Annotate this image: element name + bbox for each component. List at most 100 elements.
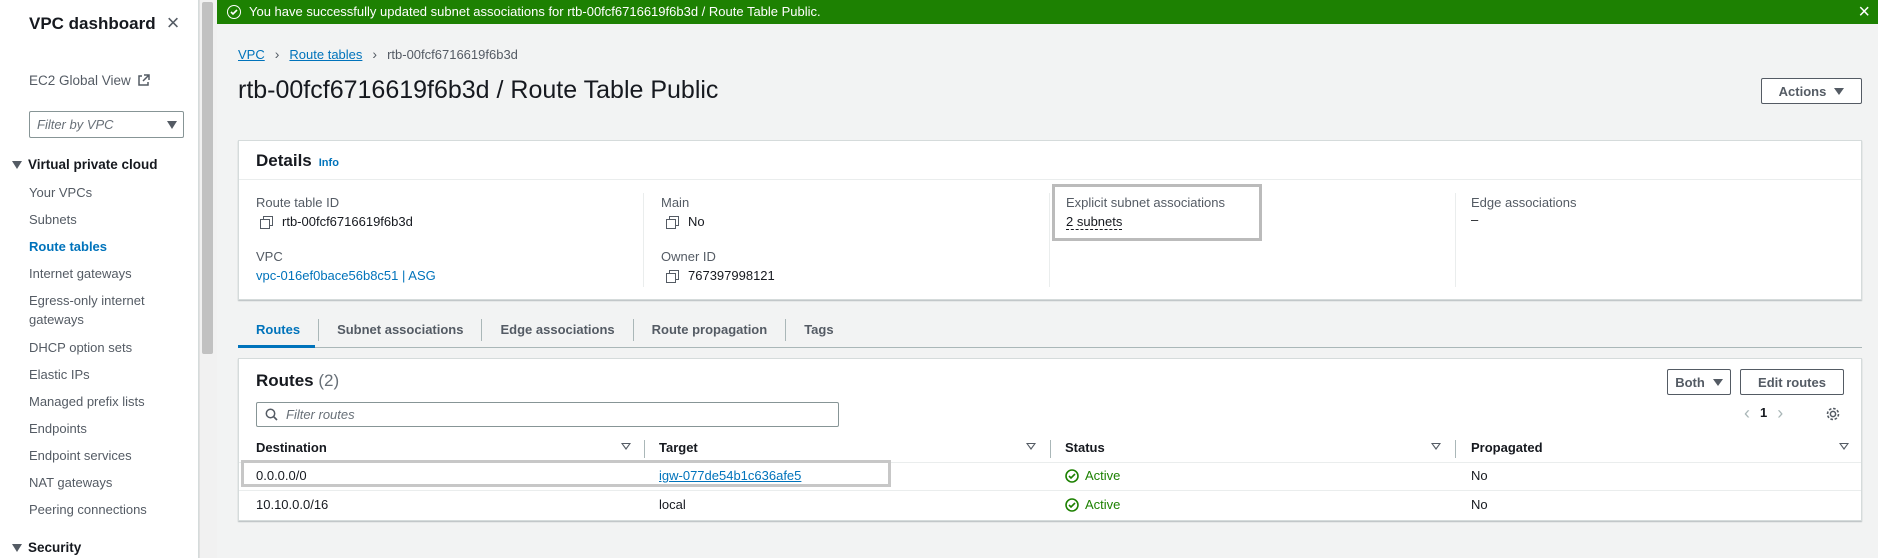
sidebar-item-endpoints[interactable]: Endpoints [29, 419, 87, 438]
status-success-icon [1065, 497, 1079, 512]
sidebar-item-nat-gateways[interactable]: NAT gateways [29, 473, 112, 492]
breadcrumb: VPC › Route tables › rtb-00fcf6716619f6b… [238, 46, 518, 62]
details-heading: Details Info [256, 151, 339, 170]
routes-filter-input[interactable]: Filter routes [256, 402, 839, 427]
success-check-icon [227, 5, 241, 19]
copy-icon[interactable] [260, 215, 273, 229]
owner-id-value: 767397998121 [666, 268, 775, 283]
sidebar-item-managed-prefix-lists[interactable]: Managed prefix lists [29, 392, 145, 411]
edit-routes-button[interactable]: Edit routes [1740, 369, 1844, 395]
divider [1455, 193, 1456, 287]
sidebar-item-dhcp-option-sets[interactable]: DHCP option sets [29, 338, 132, 357]
column-header-destination[interactable]: Destination [256, 440, 327, 462]
section-virtual-private-cloud[interactable]: Virtual private cloud [12, 157, 158, 172]
sidebar-item-elastic-ips[interactable]: Elastic IPs [29, 365, 90, 384]
caret-down-icon [1712, 378, 1723, 386]
tab-bar: Routes Subnet associations Edge associat… [238, 317, 1862, 348]
highlight-box [241, 460, 891, 487]
main-label: Main [661, 195, 690, 210]
column-resizer[interactable] [1050, 440, 1051, 458]
pagination: ‹ 1 › [1744, 404, 1783, 422]
chevron-right-icon: › [274, 46, 280, 62]
close-icon[interactable]: × [163, 12, 183, 34]
table-cell-status: Active [1065, 468, 1120, 483]
both-select[interactable]: Both [1667, 369, 1731, 395]
edge-associations-label: Edge associations [1471, 195, 1577, 210]
route-table-id-value: rtb-00fcf6716619f6b3d [260, 214, 413, 229]
sidebar-item-route-tables[interactable]: Route tables [29, 237, 107, 256]
highlight-box [1052, 184, 1262, 241]
info-link[interactable]: Info [319, 157, 339, 169]
table-cell-propagated: No [1471, 497, 1488, 512]
breadcrumb-vpc[interactable]: VPC [238, 47, 265, 62]
tab-route-propagation[interactable]: Route propagation [634, 319, 787, 341]
sort-icon[interactable] [1839, 443, 1849, 450]
vpc-label: VPC [256, 249, 283, 264]
sidebar-title[interactable]: VPC dashboard [29, 14, 156, 34]
chevron-right-icon: › [372, 46, 378, 62]
sidebar-item-ec2-global-view[interactable]: EC2 Global View [29, 73, 150, 88]
table-cell-propagated: No [1471, 468, 1488, 483]
section-security[interactable]: Security [12, 540, 81, 555]
page-number[interactable]: 1 [1760, 405, 1767, 420]
vpc-filter-select[interactable]: Filter by VPC [29, 111, 184, 138]
table-cell-destination: 10.10.0.0/16 [256, 497, 329, 512]
page-title: rtb-00fcf6716619f6b3d / Route Table Publ… [238, 76, 719, 104]
table-cell-status: Active [1065, 497, 1120, 512]
close-icon[interactable]: × [1858, 1, 1870, 23]
active-tab-indicator [238, 345, 315, 348]
sort-icon[interactable] [1431, 443, 1441, 450]
divider [239, 490, 1861, 491]
column-header-target[interactable]: Target [659, 440, 698, 462]
chevron-right-icon[interactable]: › [1777, 404, 1783, 422]
breadcrumb-route-tables[interactable]: Route tables [289, 47, 362, 62]
caret-down-icon [1834, 87, 1845, 95]
sidebar-item-egress-only-internet-gateways[interactable]: Egress-only internet gateways [29, 291, 169, 329]
routes-count: (2) [318, 371, 340, 390]
caret-down-icon [12, 543, 22, 552]
status-success-icon [1065, 468, 1079, 483]
routes-panel: Routes (2) Both Edit routes Filter route… [238, 358, 1862, 521]
routes-heading: Routes (2) [256, 371, 340, 390]
edge-associations-value: – [1471, 212, 1479, 227]
sidebar-item-your-vpcs[interactable]: Your VPCs [29, 183, 92, 202]
copy-icon[interactable] [666, 269, 679, 283]
sidebar-item-internet-gateways[interactable]: Internet gateways [29, 264, 132, 283]
divider [1049, 193, 1050, 287]
sort-icon[interactable] [621, 443, 631, 450]
tab-routes[interactable]: Routes [238, 319, 320, 341]
sidebar-item-subnets[interactable]: Subnets [29, 210, 77, 229]
banner-message: You have successfully updated subnet ass… [249, 4, 821, 19]
sidebar-item-peering-connections[interactable]: Peering connections [29, 500, 147, 519]
main-value: No [666, 214, 705, 229]
sort-icon[interactable] [1026, 443, 1036, 450]
table-cell-target: local [659, 497, 686, 512]
tab-edge-associations[interactable]: Edge associations [482, 319, 634, 341]
route-table-id-label: Route table ID [256, 195, 340, 210]
sidebar-item-endpoint-services[interactable]: Endpoint services [29, 446, 132, 465]
sidebar: VPC dashboard × EC2 Global View Filter b… [0, 0, 199, 558]
gear-icon[interactable] [1825, 406, 1841, 422]
tab-subnet-associations[interactable]: Subnet associations [319, 319, 483, 341]
sidebar-item-label: EC2 Global View [29, 73, 131, 88]
column-header-propagated[interactable]: Propagated [1471, 440, 1543, 462]
copy-icon[interactable] [666, 215, 679, 229]
external-link-icon [138, 74, 150, 86]
caret-down-icon [12, 160, 22, 169]
tab-tags[interactable]: Tags [786, 319, 851, 341]
sidebar-scrollbar-thumb[interactable] [202, 2, 213, 354]
breadcrumb-current: rtb-00fcf6716619f6b3d [387, 46, 518, 62]
chevron-left-icon[interactable]: ‹ [1744, 404, 1750, 422]
column-resizer[interactable] [1455, 440, 1456, 458]
divider [643, 193, 644, 287]
success-banner: You have successfully updated subnet ass… [217, 0, 1878, 24]
vpc-link[interactable]: vpc-016ef0bace56b8c51 | ASG [256, 268, 436, 283]
details-panel: Details Info Route table ID rtb-00fcf671… [238, 140, 1862, 300]
owner-id-label: Owner ID [661, 249, 716, 264]
actions-button[interactable]: Actions [1761, 78, 1862, 104]
divider [239, 179, 1861, 180]
column-header-status[interactable]: Status [1065, 440, 1105, 462]
column-resizer[interactable] [644, 440, 645, 458]
search-icon [265, 408, 278, 421]
caret-down-icon [167, 121, 177, 129]
